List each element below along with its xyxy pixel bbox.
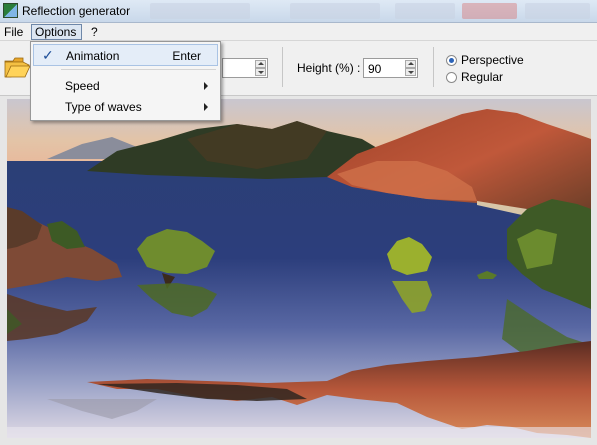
background-window-tab [290, 3, 380, 19]
background-window-tab [525, 3, 590, 19]
spin-down-icon[interactable] [255, 68, 266, 76]
perspective-radio[interactable] [446, 55, 457, 66]
spinbox-buttons[interactable] [255, 60, 266, 76]
perspective-label: Perspective [461, 53, 524, 67]
spin-down-icon[interactable] [405, 68, 416, 76]
background-window-tab [395, 3, 455, 19]
menu-help[interactable]: ? [88, 24, 101, 40]
preview-frame [0, 96, 597, 445]
menu-options[interactable]: Options [31, 24, 82, 40]
app-icon [3, 3, 18, 18]
speed-label: Speed [65, 79, 100, 93]
submenu-arrow-icon [204, 103, 208, 111]
checkmark-icon: ✓ [42, 47, 54, 63]
open-folder-icon[interactable] [3, 53, 31, 79]
menu-separator [61, 69, 216, 70]
spin-up-icon[interactable] [255, 60, 266, 68]
regular-label: Regular [461, 70, 504, 84]
spin-up-icon[interactable] [405, 60, 416, 68]
regular-radio[interactable] [446, 72, 457, 83]
window-title: Reflection generator [22, 4, 131, 18]
reflection-preview-image[interactable] [7, 99, 591, 438]
height-spinbox[interactable]: 90 [363, 58, 418, 78]
hidden-spinbox[interactable] [222, 58, 268, 78]
options-dropdown-menu: ✓ Animation Enter Speed Type of waves [30, 41, 221, 121]
toolbar-separator [282, 47, 283, 87]
background-window-tab [462, 3, 517, 19]
background-window-tab [150, 3, 250, 19]
animation-label: Animation [66, 49, 120, 63]
submenu-arrow-icon [204, 82, 208, 90]
menu-bar: File Options ? [0, 23, 597, 41]
spinbox-buttons[interactable] [405, 60, 416, 76]
title-bar: Reflection generator [0, 0, 597, 23]
menu-item-type-of-waves[interactable]: Type of waves [33, 96, 218, 118]
toolbar-separator [433, 47, 434, 87]
height-value[interactable]: 90 [368, 62, 381, 76]
animation-shortcut: Enter [172, 49, 201, 63]
menu-item-animation[interactable]: ✓ Animation Enter [33, 44, 218, 66]
menu-item-speed[interactable]: Speed [33, 75, 218, 97]
type-of-waves-label: Type of waves [65, 100, 142, 114]
menu-file[interactable]: File [1, 24, 26, 40]
height-label: Height (%) : [297, 61, 361, 75]
